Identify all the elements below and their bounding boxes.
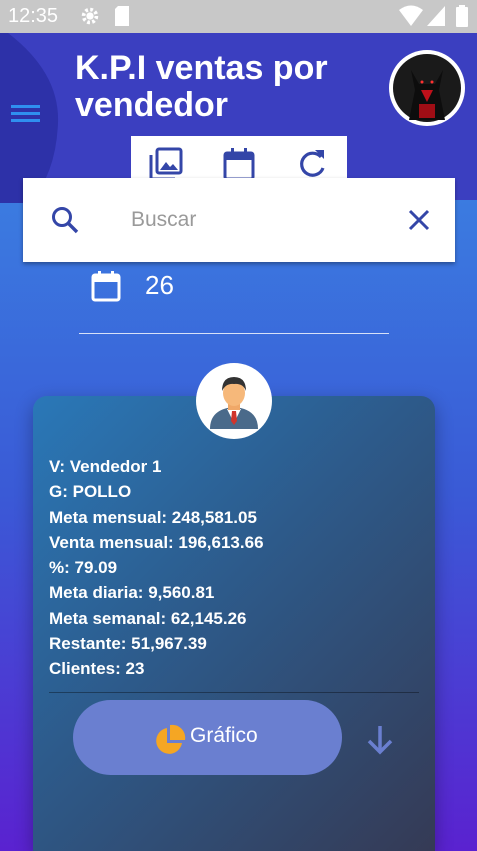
- status-bar: 12:35: [0, 0, 477, 33]
- search-icon[interactable]: [50, 205, 80, 235]
- search-bar: [23, 178, 455, 262]
- sd-card-icon: [115, 6, 129, 26]
- arrow-down-icon[interactable]: [364, 722, 396, 758]
- daily-goal: Meta diaria: 9,560.81: [49, 583, 215, 603]
- signal-icon: [427, 6, 445, 26]
- chart-button[interactable]: Gráfico: [73, 700, 342, 775]
- monthly-sales: Venta mensual: 196,613.66: [49, 532, 264, 552]
- seller-info: V: Vendedor 1 G: POLLO Meta mensual: 248…: [49, 454, 389, 682]
- weekly-goal: Meta semanal: 62,145.26: [49, 608, 247, 628]
- chart-button-label: Gráfico: [190, 724, 258, 747]
- date-value: 26: [145, 270, 174, 300]
- monthly-goal: Meta mensual: 248,581.05: [49, 507, 257, 527]
- menu-icon[interactable]: [10, 100, 42, 128]
- pie-chart-icon: [156, 724, 186, 754]
- seller-name: V: Vendedor 1: [49, 457, 162, 476]
- user-avatar-image: [393, 54, 461, 122]
- card-divider: [49, 692, 419, 693]
- refresh-icon[interactable]: [293, 146, 329, 182]
- businessman-icon: [210, 377, 258, 429]
- page-title: K.P.I ventas por vendedor: [75, 49, 328, 124]
- status-time: 12:35: [8, 5, 59, 27]
- seller-group: G: POLLO: [49, 482, 132, 502]
- wifi-icon: [399, 5, 423, 26]
- remaining: Restante: 51,967.39: [49, 634, 207, 654]
- seller-avatar: [196, 363, 272, 439]
- user-avatar[interactable]: [389, 50, 465, 126]
- date-filter[interactable]: 26: [79, 268, 389, 334]
- battery-icon: [456, 5, 468, 27]
- clear-search-icon[interactable]: [407, 208, 431, 232]
- settings-icon: [81, 7, 99, 25]
- percentage: %: 79.09: [49, 558, 118, 578]
- gallery-icon[interactable]: [148, 146, 184, 182]
- calendar-icon[interactable]: [221, 146, 257, 182]
- clients: Clientes: 23: [49, 659, 145, 679]
- search-input[interactable]: [131, 202, 391, 238]
- calendar-icon: [91, 271, 121, 302]
